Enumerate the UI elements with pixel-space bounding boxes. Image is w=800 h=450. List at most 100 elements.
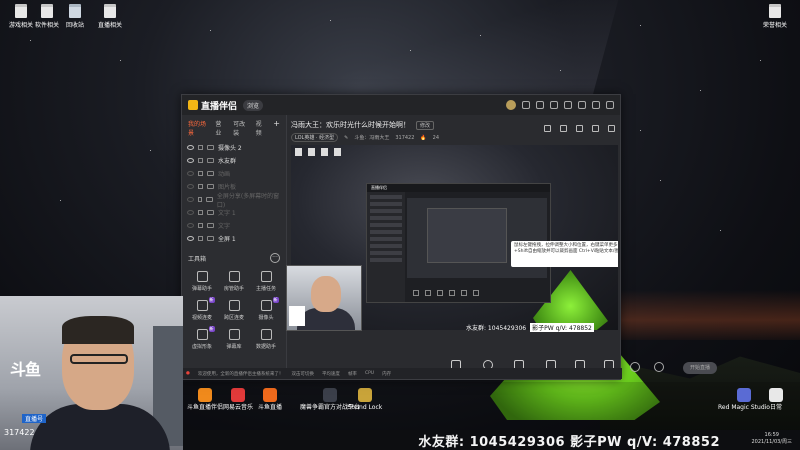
lock-icon[interactable] [198, 171, 203, 176]
eye-off-icon[interactable] [187, 184, 194, 189]
eye-off-icon[interactable] [187, 223, 194, 228]
category-tag[interactable]: LOL英雄 · 经济型 [291, 133, 339, 142]
horizon-glow [620, 290, 800, 340]
tool-cross-link[interactable]: 跨区连麦 [218, 300, 250, 321]
star [30, 40, 31, 41]
text-icon [207, 210, 214, 215]
hot-count: 24 [432, 134, 440, 141]
lock-icon[interactable] [198, 210, 203, 215]
tool-room-manager[interactable]: 房管助手 [218, 271, 250, 292]
tab-video[interactable]: 视频 [256, 119, 266, 137]
shortcut-douyu[interactable]: 斗鱼直播 [240, 388, 300, 412]
scene-item[interactable]: 动画 [182, 167, 286, 180]
eye-off-icon[interactable] [187, 210, 194, 215]
gift-icon[interactable] [544, 125, 551, 132]
preview-toolbar [544, 125, 615, 132]
room-meta: LOL英雄 · 经济型 ✎ 斗鱼：冯雨大王 317422 🔥 24 [288, 130, 621, 145]
preview-desktop-icons [295, 148, 341, 156]
add-scene-button[interactable]: + [273, 119, 280, 137]
layout-icon[interactable] [576, 125, 583, 132]
tool-danmaku-library[interactable]: 弹幕库 [218, 329, 250, 350]
lock-icon[interactable] [560, 125, 567, 132]
scene-item[interactable]: 水友群 [182, 154, 286, 167]
scene-item[interactable]: 全屏分享(多屏幕时的窗口) [182, 193, 286, 209]
lock-icon[interactable] [198, 158, 203, 163]
chart-icon [260, 329, 272, 340]
message-icon[interactable] [522, 101, 530, 109]
tool-avatar[interactable]: 新 虚拟形象 [186, 326, 218, 350]
title-bar: 直播伴侣 浏览 [182, 95, 620, 115]
video-link-icon: 新 [196, 297, 215, 311]
tab-my-scenes[interactable]: 我的场景 [188, 119, 207, 137]
menu-icon[interactable] [564, 101, 572, 109]
room-id: 317422 [4, 428, 35, 437]
eye-icon[interactable] [187, 236, 194, 241]
resize-tooltip: 鼠标左键拖拽，拉伸调整大小和位置，右键菜单更多 按住Alt键+Shift自由缩放… [511, 241, 618, 267]
bell-icon[interactable] [592, 125, 599, 132]
close-icon[interactable] [606, 101, 614, 109]
eye-off-icon[interactable] [187, 197, 194, 202]
toolbox-header: 工具箱 ··· [182, 249, 286, 267]
lock-icon[interactable] [198, 236, 203, 241]
pencil-icon[interactable]: ✎ [344, 135, 348, 141]
edit-title-button[interactable]: 修改 [416, 120, 435, 130]
live-companion-window: 直播伴侣 浏览 我的场景 营业 可改装 视频 + 摄像头 2 水友群 动画 图片… [181, 94, 717, 380]
share-icon[interactable] [608, 125, 615, 132]
settings-icon[interactable] [654, 362, 665, 372]
eye-icon[interactable] [187, 145, 194, 150]
bell-icon[interactable] [550, 101, 558, 109]
preview-logo-tag [289, 306, 305, 326]
shortcut-daily[interactable]: 日常 [746, 388, 800, 412]
text-icon [207, 158, 214, 163]
minimize-icon[interactable] [578, 101, 586, 109]
scene-tabs: 我的场景 营业 可改装 视频 + [182, 115, 286, 141]
tool-data-assistant[interactable]: 数据助手 [250, 329, 282, 350]
new-badge: 新 [208, 326, 215, 332]
sound-lock-icon [358, 388, 372, 402]
tab-business[interactable]: 营业 [215, 119, 225, 137]
tab-modifiable[interactable]: 可改装 [233, 119, 248, 137]
start-live-button[interactable]: 开始直播 [683, 362, 717, 374]
star [760, 60, 761, 61]
app-logo: 直播伴侣 [188, 99, 237, 112]
eye-off-icon[interactable] [187, 171, 194, 176]
folder-icon [308, 148, 315, 156]
animation-icon [207, 171, 214, 176]
douyu-icon [263, 388, 277, 402]
more-tools-button[interactable]: ··· [270, 253, 280, 263]
scene-item[interactable]: 摄像头 2 [182, 141, 286, 154]
scene-item[interactable]: 文字 [182, 219, 286, 232]
preview-watermark: 水友群: 1045429306 影子PW q/V: 478852 [466, 323, 594, 332]
star [700, 90, 701, 91]
folder-icon [769, 4, 781, 18]
tool-danmaku-assistant[interactable]: 弹幕助手 [186, 271, 218, 292]
app-badge[interactable]: 浏览 [243, 99, 264, 111]
shortcut-sound-lock[interactable]: Sound Lock [335, 388, 395, 412]
lock-icon[interactable] [198, 223, 203, 228]
star [640, 25, 641, 26]
tool-camera[interactable]: 新 摄像头 [250, 297, 282, 321]
scene-item[interactable]: 全屏 1 [182, 232, 286, 245]
star [60, 200, 61, 201]
maximize-icon[interactable] [592, 101, 600, 109]
new-badge: 新 [272, 297, 279, 303]
record-icon[interactable] [630, 362, 641, 372]
star [120, 60, 121, 61]
avatar-icon: 新 [196, 326, 215, 340]
system-clock[interactable]: 16:59 2021/11/03/周三 [751, 432, 792, 446]
star [720, 230, 721, 231]
lock-icon[interactable] [198, 184, 203, 189]
shirt-icon[interactable] [536, 101, 544, 109]
user-avatar[interactable] [506, 100, 516, 110]
desktop-icon[interactable]: 直播相关 [85, 4, 135, 29]
preview-camera-source[interactable] [286, 265, 362, 331]
image-icon [207, 184, 214, 189]
tool-video-link[interactable]: 新 视频连麦 [186, 297, 218, 321]
lock-icon[interactable] [197, 197, 203, 202]
tool-anchor-task[interactable]: 主播任务 [250, 271, 282, 292]
bottom-ticker: 水友群: 1045429306 影子PW q/V: 478852 [183, 430, 800, 450]
desktop-icon[interactable]: 荣誉相关 [750, 4, 800, 29]
lock-icon[interactable] [198, 145, 203, 150]
recycle-bin-icon [69, 4, 81, 18]
eye-icon[interactable] [187, 158, 194, 163]
